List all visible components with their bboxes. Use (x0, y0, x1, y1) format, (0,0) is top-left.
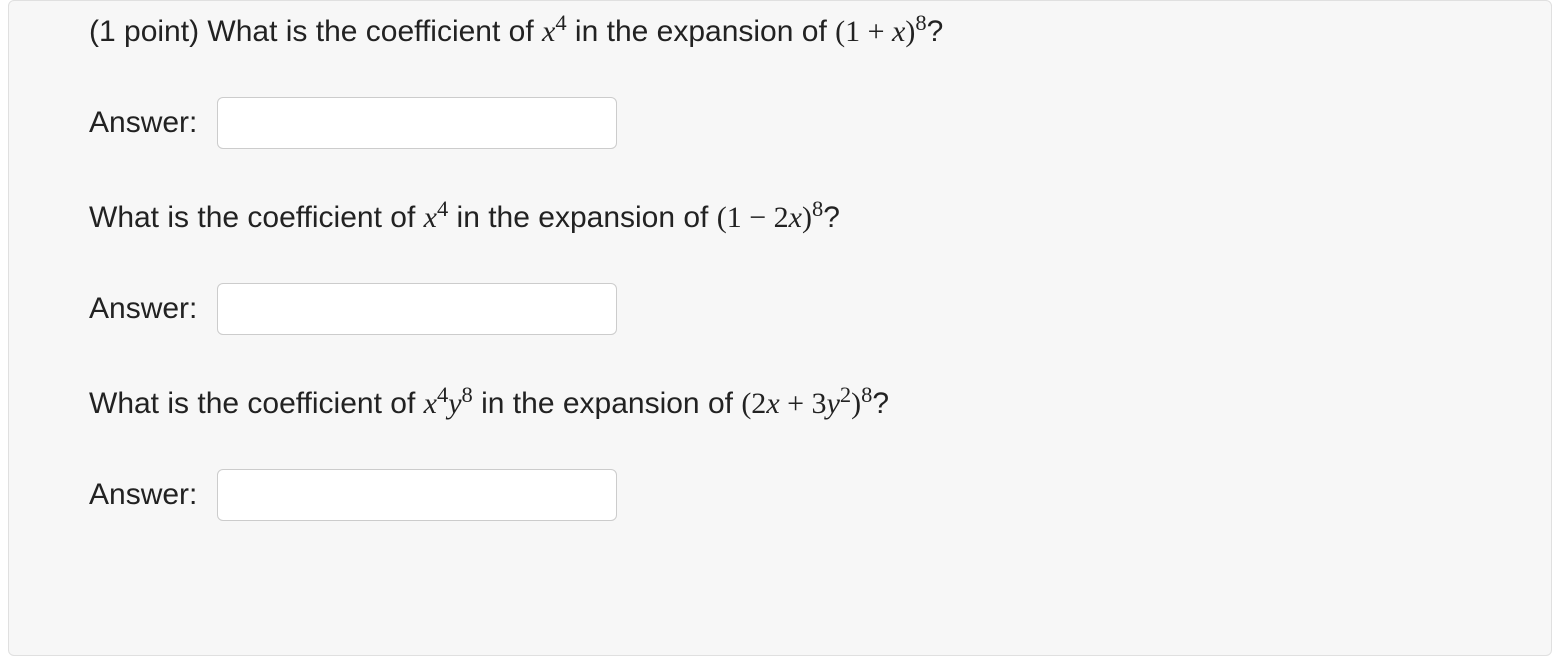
problem-container: (1 point) What is the coefficient of x4 … (8, 0, 1552, 656)
answer-input-1[interactable] (217, 97, 617, 149)
question-2: What is the coefficient of x4 in the exp… (89, 197, 1471, 335)
question-3-text: What is the coefficient of x4y8 in the e… (89, 383, 1471, 425)
q2-expr-close: ) (802, 201, 812, 234)
q3-term-base1: x (424, 387, 437, 420)
q2-expr-exp: 8 (812, 196, 823, 221)
q3-term-exp2: 8 (462, 382, 473, 407)
q2-expr-var: x (789, 201, 802, 234)
q2-suffix: ? (823, 201, 840, 234)
q2-prefix: What is the coefficient of (89, 201, 424, 234)
q2-term-base: x (424, 201, 437, 234)
q3-expr-close: ) (851, 387, 861, 420)
question-1-text: (1 point) What is the coefficient of x4 … (89, 11, 1471, 53)
q3-expr-var2-exp: 2 (840, 382, 851, 407)
answer-row-2: Answer: (89, 283, 1471, 335)
q1-term-base: x (542, 15, 555, 48)
q1-term-exp: 4 (555, 10, 566, 35)
q3-term-exp1: 4 (437, 382, 448, 407)
q3-expr-plus: + 3 (780, 387, 827, 420)
answer-label-3: Answer: (89, 478, 197, 512)
answer-input-3[interactable] (217, 469, 617, 521)
q2-expr-open: (1 − 2 (717, 201, 789, 234)
q3-expr-open: (2 (741, 387, 766, 420)
q1-expr-exp: 8 (915, 10, 926, 35)
q3-middle: in the expansion of (473, 387, 742, 420)
question-2-text: What is the coefficient of x4 in the exp… (89, 197, 1471, 239)
points-prefix: (1 point) (89, 15, 207, 48)
q3-term-base2: y (448, 387, 461, 420)
answer-label-1: Answer: (89, 106, 197, 140)
q3-suffix: ? (872, 387, 889, 420)
q1-expr-close: ) (905, 15, 915, 48)
q2-middle: in the expansion of (448, 201, 717, 234)
q1-expr-var: x (892, 15, 905, 48)
q3-expr-var1: x (766, 387, 779, 420)
answer-label-2: Answer: (89, 292, 197, 326)
answer-row-1: Answer: (89, 97, 1471, 149)
question-1: (1 point) What is the coefficient of x4 … (89, 11, 1471, 149)
q2-term-exp: 4 (437, 196, 448, 221)
q3-expr-exp: 8 (861, 382, 872, 407)
question-3: What is the coefficient of x4y8 in the e… (89, 383, 1471, 521)
q3-expr-var2: y (827, 387, 840, 420)
q3-prefix: What is the coefficient of (89, 387, 424, 420)
q1-suffix: ? (927, 15, 944, 48)
answer-row-3: Answer: (89, 469, 1471, 521)
q1-middle: in the expansion of (567, 15, 836, 48)
q1-expr-open: (1 + (835, 15, 892, 48)
answer-input-2[interactable] (217, 283, 617, 335)
q1-prefix: What is the coefficient of (207, 15, 542, 48)
